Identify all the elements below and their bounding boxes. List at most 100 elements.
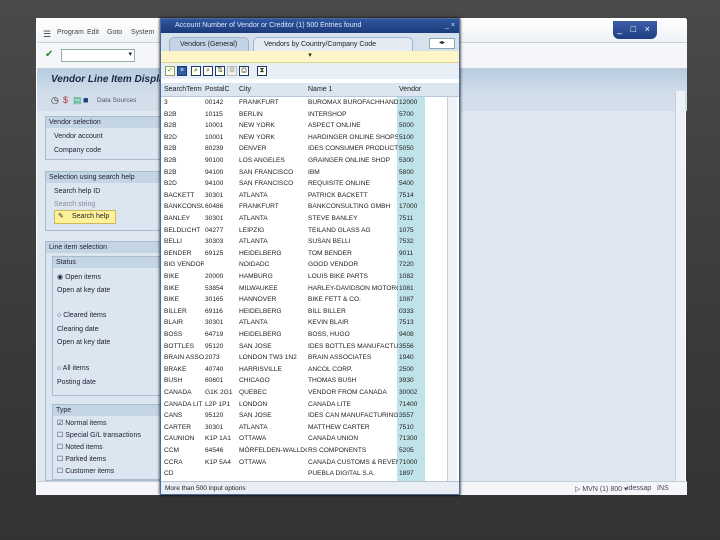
type-checkbox[interactable]: ☐ Special G/L transactions	[57, 431, 141, 439]
popup-scrollbar[interactable]	[447, 97, 457, 481]
menu-icon[interactable]: ☰	[43, 29, 51, 40]
tab-vendors-by-country[interactable]: Vendors by Country/Company Code	[253, 37, 413, 51]
popup-toolbar: ✓ × ⌕ ⌕ ⇅ ⚙ ⎙ ⧗	[161, 63, 459, 79]
main-scrollbar[interactable]	[675, 91, 685, 481]
cell-name: STEVE BANLEY	[308, 215, 358, 222]
table-row[interactable]: BIKE 30165 HANNOVER BIKE FETT & CO. 1087	[161, 294, 447, 306]
type-checkbox[interactable]: ☐ Customer items	[57, 467, 114, 475]
table-row[interactable]: BOTTLES 95120 SAN JOSE IDES BOTTLES MANUFAC…	[161, 341, 447, 353]
table-row[interactable]: BIKE 20000 HAMBURG LOUIS BIKE PARTS 1082	[161, 271, 447, 283]
cell-postalcode: 10115	[205, 110, 223, 118]
tab-vendors-general[interactable]: Vendors (General)	[169, 37, 249, 51]
search-help-button[interactable]: ✎ Search help	[54, 210, 116, 224]
command-field[interactable]: ▾	[61, 49, 135, 62]
table-row[interactable]: CANS 95120 SAN JOSE IDES CAN MANUFACTURING 3…	[161, 410, 447, 422]
cell-postalcode: 30301	[205, 191, 224, 199]
sort-icon[interactable]: ⇅	[215, 66, 225, 76]
cleared-items-radio[interactable]: ○ Cleared items	[57, 312, 106, 319]
table-row[interactable]: BIG VENDOR NOIDADC GOOD VENDOR 7220	[161, 259, 447, 271]
open-items-radio[interactable]: ◉ Open items	[57, 273, 101, 281]
table-row[interactable]: B2B 10001 NEW YORK ASPECT ONLINE 5000	[161, 120, 447, 132]
radio-label: Open items	[65, 274, 101, 281]
menu-edit[interactable]: Edit	[87, 29, 99, 36]
table-row[interactable]: BANKCONSU 60486 FRANKFURT BANKCONSULTING GM…	[161, 201, 447, 213]
table-row[interactable]: CCM 64546 MÖRFELDEN-WALLDORFRS COMPONENTS 5…	[161, 445, 447, 457]
table-row[interactable]: BANLEY 30301 ATLANTA STEVE BANLEY 7511	[161, 213, 447, 225]
table-row[interactable]: CANADA G1K 2G1 QUEBEC VENDOR FROM CANADA 300…	[161, 387, 447, 399]
table-row[interactable]: B2D 94100 SAN FRANCISCO REQUISITE ONLINE 540…	[161, 178, 447, 190]
restrictions-toggle[interactable]: ▾	[161, 51, 459, 63]
table-row[interactable]: BRAKE 40740 HARRISVILLE ANCOL CORP. 2500	[161, 364, 447, 376]
table-row[interactable]: BILLER 69116 HEIDELBERG BILL BILLER 0333	[161, 306, 447, 318]
col-vendor[interactable]: Vendor	[399, 86, 421, 93]
col-name[interactable]: Name 1	[308, 86, 333, 93]
type-checkbox[interactable]: ☐ Parked items	[57, 455, 106, 463]
table-row[interactable]: B2B 80239 DENVER IDES CONSUMER PRODUCTS 5050	[161, 143, 447, 155]
group-header: Vendor selection	[46, 117, 164, 128]
cell-city: MILWAUKEE	[239, 284, 278, 292]
col-searchterm[interactable]: SearchTerm	[164, 86, 202, 93]
table-row[interactable]: BACKETT 30301 ATLANTA PATRICK BACKETT 7514	[161, 190, 447, 202]
table-row[interactable]: CAUNION K1P 1A1 OTTAWA CANADA UNION 71300	[161, 433, 447, 445]
table-row[interactable]: BOSS 64719 HEIDELBERG BOSS, HUGO 9408	[161, 329, 447, 341]
type-checkbox[interactable]: ☐ Noted items	[57, 443, 103, 451]
menu-system[interactable]: System	[131, 29, 154, 36]
search-help-popup: Account Number of Vendor or Creditor (1)…	[160, 18, 460, 495]
variant-icon[interactable]: $	[63, 95, 68, 105]
print-icon[interactable]: ⎙	[239, 66, 249, 76]
table-row[interactable]: B2D 10001 NEW YORK HARDINGER ONLINE SHOPS 51…	[161, 132, 447, 144]
settings-icon[interactable]: ⚙	[227, 66, 237, 76]
status-system-info[interactable]: ▷ MVN (1) 800 ▾	[575, 485, 627, 493]
find-next-icon[interactable]: ⌕	[203, 66, 213, 76]
cell-name: BANKCONSULTING GMBH	[308, 203, 391, 211]
col-postalcode[interactable]: PostalC	[205, 86, 230, 93]
table-row[interactable]: CANADA LIT L2P 1P1 LONDON CANADA LITE 71400	[161, 399, 447, 411]
cell-searchterm: B2B	[164, 157, 177, 164]
filter-icon[interactable]: ⧗	[257, 66, 267, 76]
table-row[interactable]: BRAIN ASSO 2073 LONDON TW3 1N2 BRAIN ASSOCI…	[161, 352, 447, 364]
window-controls[interactable]: _ □ ×	[613, 21, 657, 39]
popup-close-icon[interactable]: _ ×	[445, 19, 455, 33]
tab-nav-arrows-icon[interactable]: ◂▸	[429, 38, 455, 49]
table-row[interactable]: B2B 10115 BERLIN INTERSHOP 5700	[161, 109, 447, 121]
cell-vendor: 71400	[399, 400, 418, 408]
selection-icon[interactable]: ▤	[73, 95, 82, 106]
table-row[interactable]: BLAIR 30301 ATLANTA KEVIN BLAIR 7513	[161, 317, 447, 329]
table-row[interactable]: CCRA K1P 5A4 OTTAWA CANADA CUSTOMS & REVENU…	[161, 457, 447, 469]
table-row[interactable]: CD PUEBLA DIGITAL S.A. 1897	[161, 468, 447, 480]
group-header: Type	[53, 405, 161, 416]
checkbox-label: Special G/L transactions	[65, 432, 141, 439]
cell-name: IDES CAN MANUFACTURING	[308, 412, 398, 420]
col-city[interactable]: City	[239, 86, 251, 93]
cell-vendor: 5205	[399, 447, 414, 454]
table-row[interactable]: B2B 90100 LOS ANGELES GRAINGER ONLINE SHOP 5…	[161, 155, 447, 167]
menu-goto[interactable]: Goto	[107, 29, 122, 36]
cell-vendor: 71300	[399, 435, 418, 443]
table-row[interactable]: CARTER 30301 ATLANTA MATTHEW CARTER 7510	[161, 422, 447, 434]
table-row[interactable]: BELDLICHT 04277 LEIPZIG TEILAND GLASS AG 107…	[161, 225, 447, 237]
menu-program[interactable]: Program	[57, 29, 84, 36]
cell-city: HAMBURG	[239, 273, 273, 280]
cell-vendor: 0333	[399, 307, 414, 315]
table-row[interactable]: BELLI 30303 ATLANTA SUSAN BELLI 7532	[161, 236, 447, 248]
info-icon[interactable]: ■	[83, 95, 88, 105]
cell-postalcode: 64719	[205, 331, 224, 338]
all-items-radio[interactable]: ○ All items	[57, 365, 89, 372]
type-checkbox[interactable]: ☑ Normal items	[57, 419, 106, 427]
cell-name: IDES CONSUMER PRODUCTS	[308, 145, 398, 153]
table-row[interactable]: BENDER 69125 HEIDELBERG TOM BENDER 9011	[161, 248, 447, 260]
cancel-icon[interactable]: ×	[177, 66, 187, 76]
data-sources-button[interactable]: Data Sources	[97, 97, 136, 104]
confirm-check-icon[interactable]: ✓	[165, 66, 175, 76]
table-row[interactable]: 3 00142 FRANKFURT BUROMAX BUROFACHHANDEL 120…	[161, 97, 447, 109]
enter-check-icon[interactable]: ✔	[45, 49, 53, 60]
table-row[interactable]: BIKE 53854 MILWAUKEE HARLEY-DAVIDSON MOTORC…	[161, 283, 447, 295]
find-icon[interactable]: ⌕	[191, 66, 201, 76]
cell-vendor: 17000	[399, 203, 418, 211]
execute-clock-icon[interactable]: ◷	[51, 95, 59, 106]
cell-name: BILL BILLER	[308, 307, 346, 315]
line-item-selection-group: Line item selection Status ◉ Open items …	[45, 241, 165, 481]
table-row[interactable]: B2B 94100 SAN FRANCISCO IBM 5800	[161, 167, 447, 179]
checkbox-icon: ☐	[57, 468, 66, 475]
table-row[interactable]: BUSH 60601 CHICAGO THOMAS BUSH 3930	[161, 375, 447, 387]
